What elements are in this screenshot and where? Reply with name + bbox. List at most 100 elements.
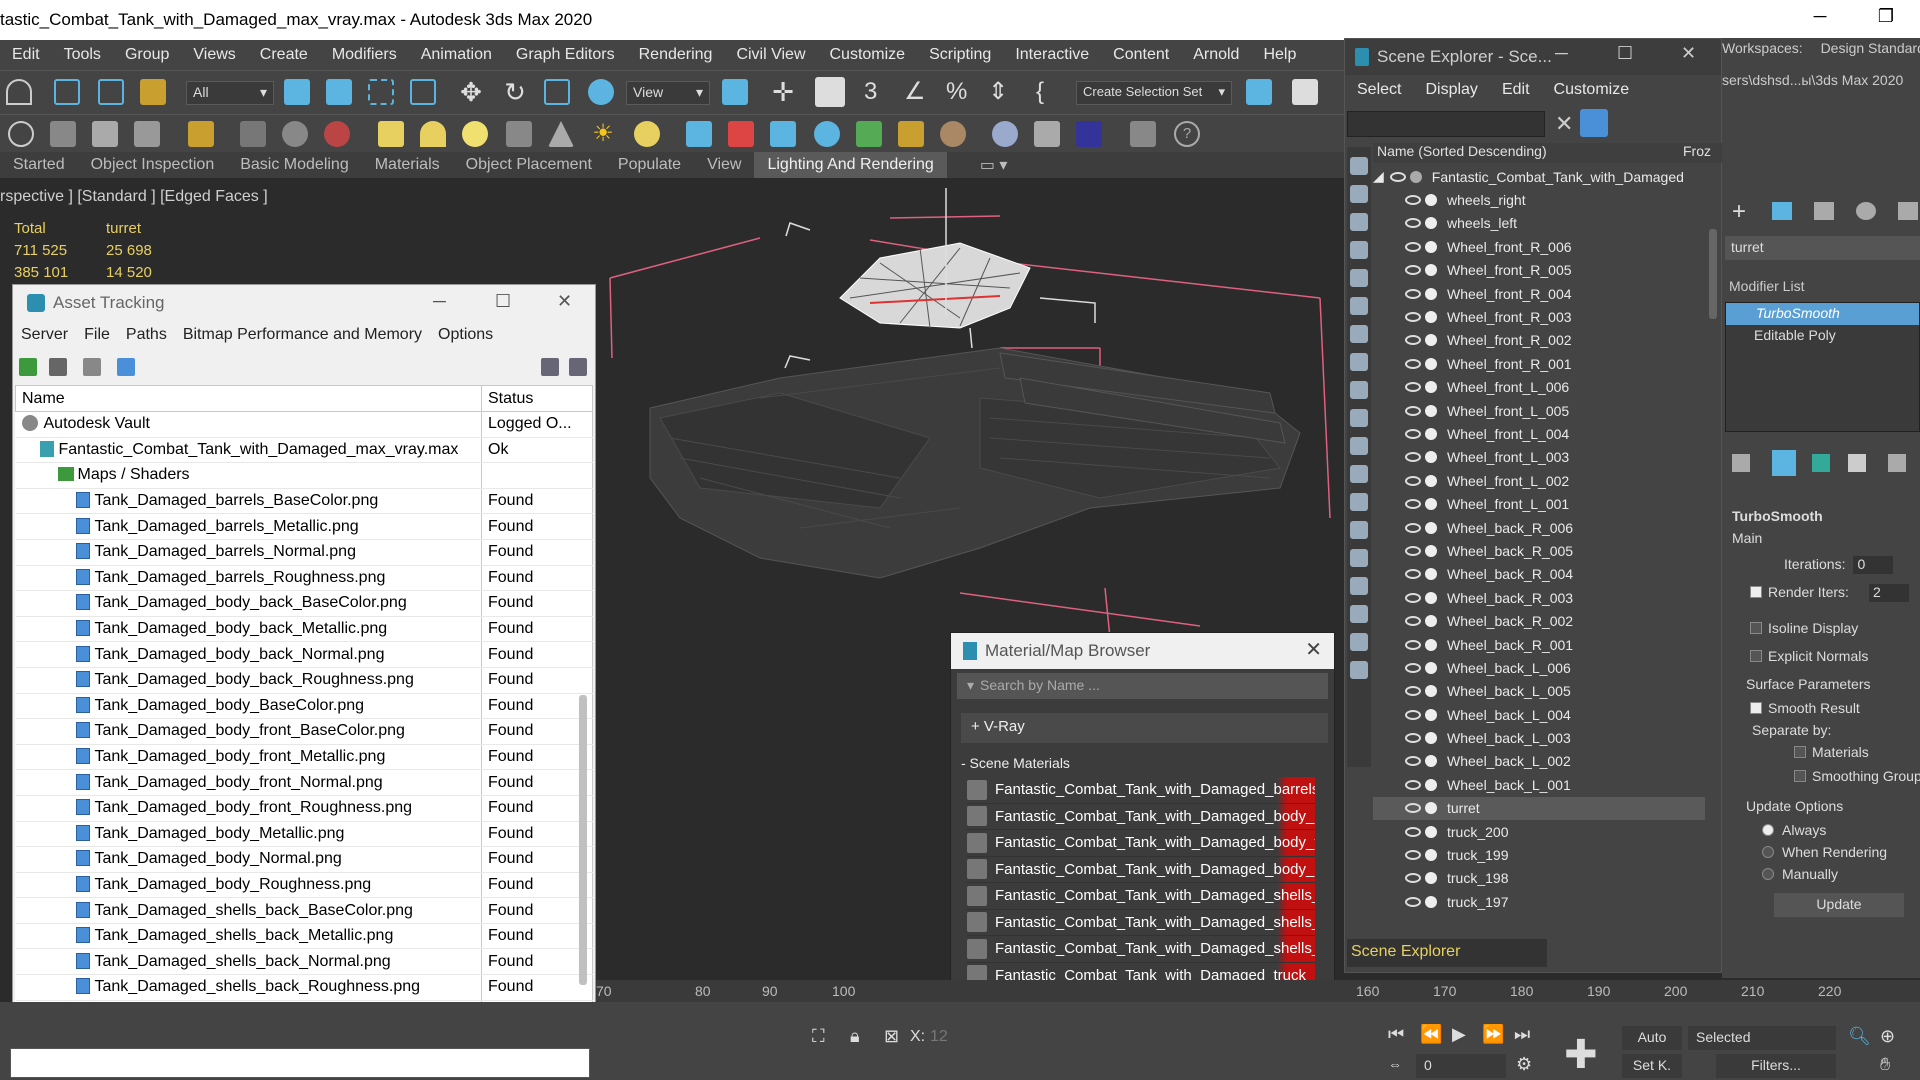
scene-node[interactable]: Wheel_back_R_004: [1373, 563, 1705, 586]
clear-search-icon[interactable]: ✕: [1555, 111, 1573, 137]
menu-item-server[interactable]: Server: [13, 326, 76, 344]
teapot-icon[interactable]: [324, 121, 350, 147]
scene-node[interactable]: turret: [1373, 796, 1705, 820]
scene-node[interactable]: Wheel_front_L_001: [1373, 492, 1705, 515]
filter-icon[interactable]: [1580, 109, 1608, 137]
table-row[interactable]: Tank_Damaged_barrels_Normal.png Found: [15, 539, 593, 566]
vertical-scrollbar[interactable]: [579, 695, 587, 985]
close-icon[interactable]: ✕: [1681, 43, 1696, 64]
table-row[interactable]: Tank_Damaged_body_back_Metallic.png Found: [15, 616, 593, 643]
time-config-icon[interactable]: ⚙: [1516, 1054, 1532, 1075]
scene-node[interactable]: Wheel_back_R_001: [1373, 633, 1705, 656]
pin-stack-icon[interactable]: [1732, 454, 1750, 472]
table-row[interactable]: Tank_Damaged_barrels_Roughness.png Found: [15, 565, 593, 592]
menu-item-edit[interactable]: Edit: [0, 46, 52, 64]
scene-node[interactable]: Wheel_front_R_006: [1373, 235, 1705, 258]
eye-icon[interactable]: [1405, 475, 1421, 486]
go-to-start-icon[interactable]: ⏮: [1388, 1024, 1404, 1045]
mirror-icon[interactable]: [1246, 79, 1272, 105]
ribbon-options-icon[interactable]: ▭ ▾: [967, 155, 1021, 175]
material-item[interactable]: Fantastic_Combat_Tank_with_Damaged_body_…: [967, 856, 1315, 883]
eye-icon[interactable]: [1405, 195, 1421, 206]
eye-icon[interactable]: [1405, 686, 1421, 697]
display-frozen-icon[interactable]: [1350, 465, 1368, 483]
table-row[interactable]: Tank_Damaged_barrels_Metallic.png Found: [15, 513, 593, 540]
table-row[interactable]: Autodesk Vault Logged O...: [15, 411, 593, 438]
minimize-icon[interactable]: ─: [433, 291, 446, 312]
scene-node[interactable]: Wheel_back_L_002: [1373, 750, 1705, 773]
scene-node[interactable]: Wheel_front_L_002: [1373, 469, 1705, 492]
menu-item-file[interactable]: File: [76, 326, 118, 344]
eye-icon[interactable]: [1405, 382, 1421, 393]
display-xrefs-icon[interactable]: [1350, 381, 1368, 399]
scene-node[interactable]: Wheel_back_R_003: [1373, 586, 1705, 609]
stack-item-editable-poly[interactable]: Editable Poly: [1726, 325, 1919, 347]
manually-radio[interactable]: [1762, 868, 1774, 880]
select-manipulate-icon[interactable]: ✛: [770, 79, 796, 105]
eye-icon[interactable]: [1405, 592, 1421, 603]
display-hidden-icon[interactable]: [1350, 493, 1368, 511]
asset-tracking-header[interactable]: Asset Tracking ─ ☐ ✕: [13, 285, 595, 320]
help-icon[interactable]: [541, 358, 559, 376]
table-row[interactable]: Tank_Damaged_body_Normal.png Found: [15, 846, 593, 873]
layers-icon[interactable]: [1350, 661, 1368, 679]
smoothing-groups-checkbox[interactable]: [1794, 770, 1806, 782]
collapse-icon[interactable]: ◢: [1373, 168, 1384, 185]
menu-item-customize[interactable]: Customize: [1542, 81, 1642, 99]
dome-icon[interactable]: [420, 121, 446, 147]
scene-node[interactable]: Wheel_back_R_006: [1373, 516, 1705, 539]
column-status[interactable]: Status: [481, 385, 593, 412]
display-none-icon[interactable]: [1350, 157, 1368, 175]
eye-icon[interactable]: [1405, 709, 1421, 720]
materials-checkbox[interactable]: [1794, 746, 1806, 758]
go-to-end-icon[interactable]: ⏭: [1514, 1024, 1530, 1045]
undo-icon[interactable]: [6, 79, 32, 105]
zoom-all-icon[interactable]: ⊕: [1880, 1026, 1895, 1047]
bind-space-warp-icon[interactable]: [140, 79, 166, 105]
timeline[interactable]: 70 80 90 100 160 170 180 190 200 210 220: [596, 980, 1920, 1002]
scene-node[interactable]: wheels_left: [1373, 212, 1705, 235]
create-icon[interactable]: +: [1732, 198, 1746, 226]
menu-item-customize[interactable]: Customize: [818, 46, 918, 64]
menu-item-edit[interactable]: Edit: [1490, 81, 1542, 99]
settings-icon[interactable]: [569, 358, 587, 376]
material-item[interactable]: Fantastic_Combat_Tank_with_Damaged_shell…: [967, 883, 1315, 910]
link-icon[interactable]: [54, 79, 80, 105]
iterations-spinner[interactable]: 0: [1853, 556, 1894, 574]
rectangular-selection-icon[interactable]: [368, 79, 394, 105]
scene-search-input[interactable]: [1347, 111, 1545, 137]
menu-item-bitmap-performance-and-memory[interactable]: Bitmap Performance and Memory: [175, 326, 430, 344]
table-row[interactable]: Tank_Damaged_shells_back_Roughness.png Fo…: [15, 974, 593, 1001]
workspace-row[interactable]: Workspaces: Design Standard: [1722, 40, 1920, 56]
tab-basic-modeling[interactable]: Basic Modeling: [227, 156, 362, 174]
selected-select[interactable]: Selected: [1688, 1026, 1836, 1050]
sun-icon[interactable]: ☀: [590, 121, 616, 147]
pivot-icon[interactable]: [722, 79, 748, 105]
maximize-icon[interactable]: ☐: [1617, 43, 1633, 64]
tab-populate[interactable]: Populate: [605, 156, 694, 174]
material-item[interactable]: Fantastic_Combat_Tank_with_Damaged_shell…: [967, 936, 1315, 963]
play-icon[interactable]: ▶: [1452, 1024, 1466, 1045]
isoline-checkbox[interactable]: [1750, 622, 1762, 634]
eye-icon[interactable]: [1405, 218, 1421, 229]
table-row[interactable]: Tank_Damaged_shells_back_Metallic.png Fou…: [15, 923, 593, 950]
foliage-icon[interactable]: [856, 121, 882, 147]
select-object-icon[interactable]: [284, 79, 310, 105]
turbosmooth-rollout-title[interactable]: TurboSmooth: [1732, 508, 1823, 524]
workspace-select[interactable]: Design Standard: [1821, 40, 1920, 56]
scene-node[interactable]: truck_199: [1373, 843, 1705, 866]
vray-group[interactable]: + V-Ray: [961, 713, 1328, 743]
display-all-icon[interactable]: [1350, 521, 1368, 539]
display-lights-icon[interactable]: [1350, 241, 1368, 259]
scene-node[interactable]: Wheel_front_R_001: [1373, 352, 1705, 375]
menu-item-group[interactable]: Group: [113, 46, 181, 64]
table-row[interactable]: Tank_Damaged_body_front_Normal.png Found: [15, 769, 593, 796]
unlink-icon[interactable]: [98, 79, 124, 105]
table-row[interactable]: Tank_Damaged_barrels_BaseColor.png Found: [15, 488, 593, 515]
eye-icon[interactable]: [1405, 616, 1421, 627]
stack-item-turbosmooth[interactable]: TurboSmooth: [1726, 303, 1919, 325]
lock-icon[interactable]: 🔒︎: [850, 1026, 860, 1047]
display-containers-icon[interactable]: [1350, 437, 1368, 455]
hierarchy-icon[interactable]: [1814, 202, 1834, 220]
table-row[interactable]: Tank_Damaged_body_Roughness.png Found: [15, 872, 593, 899]
